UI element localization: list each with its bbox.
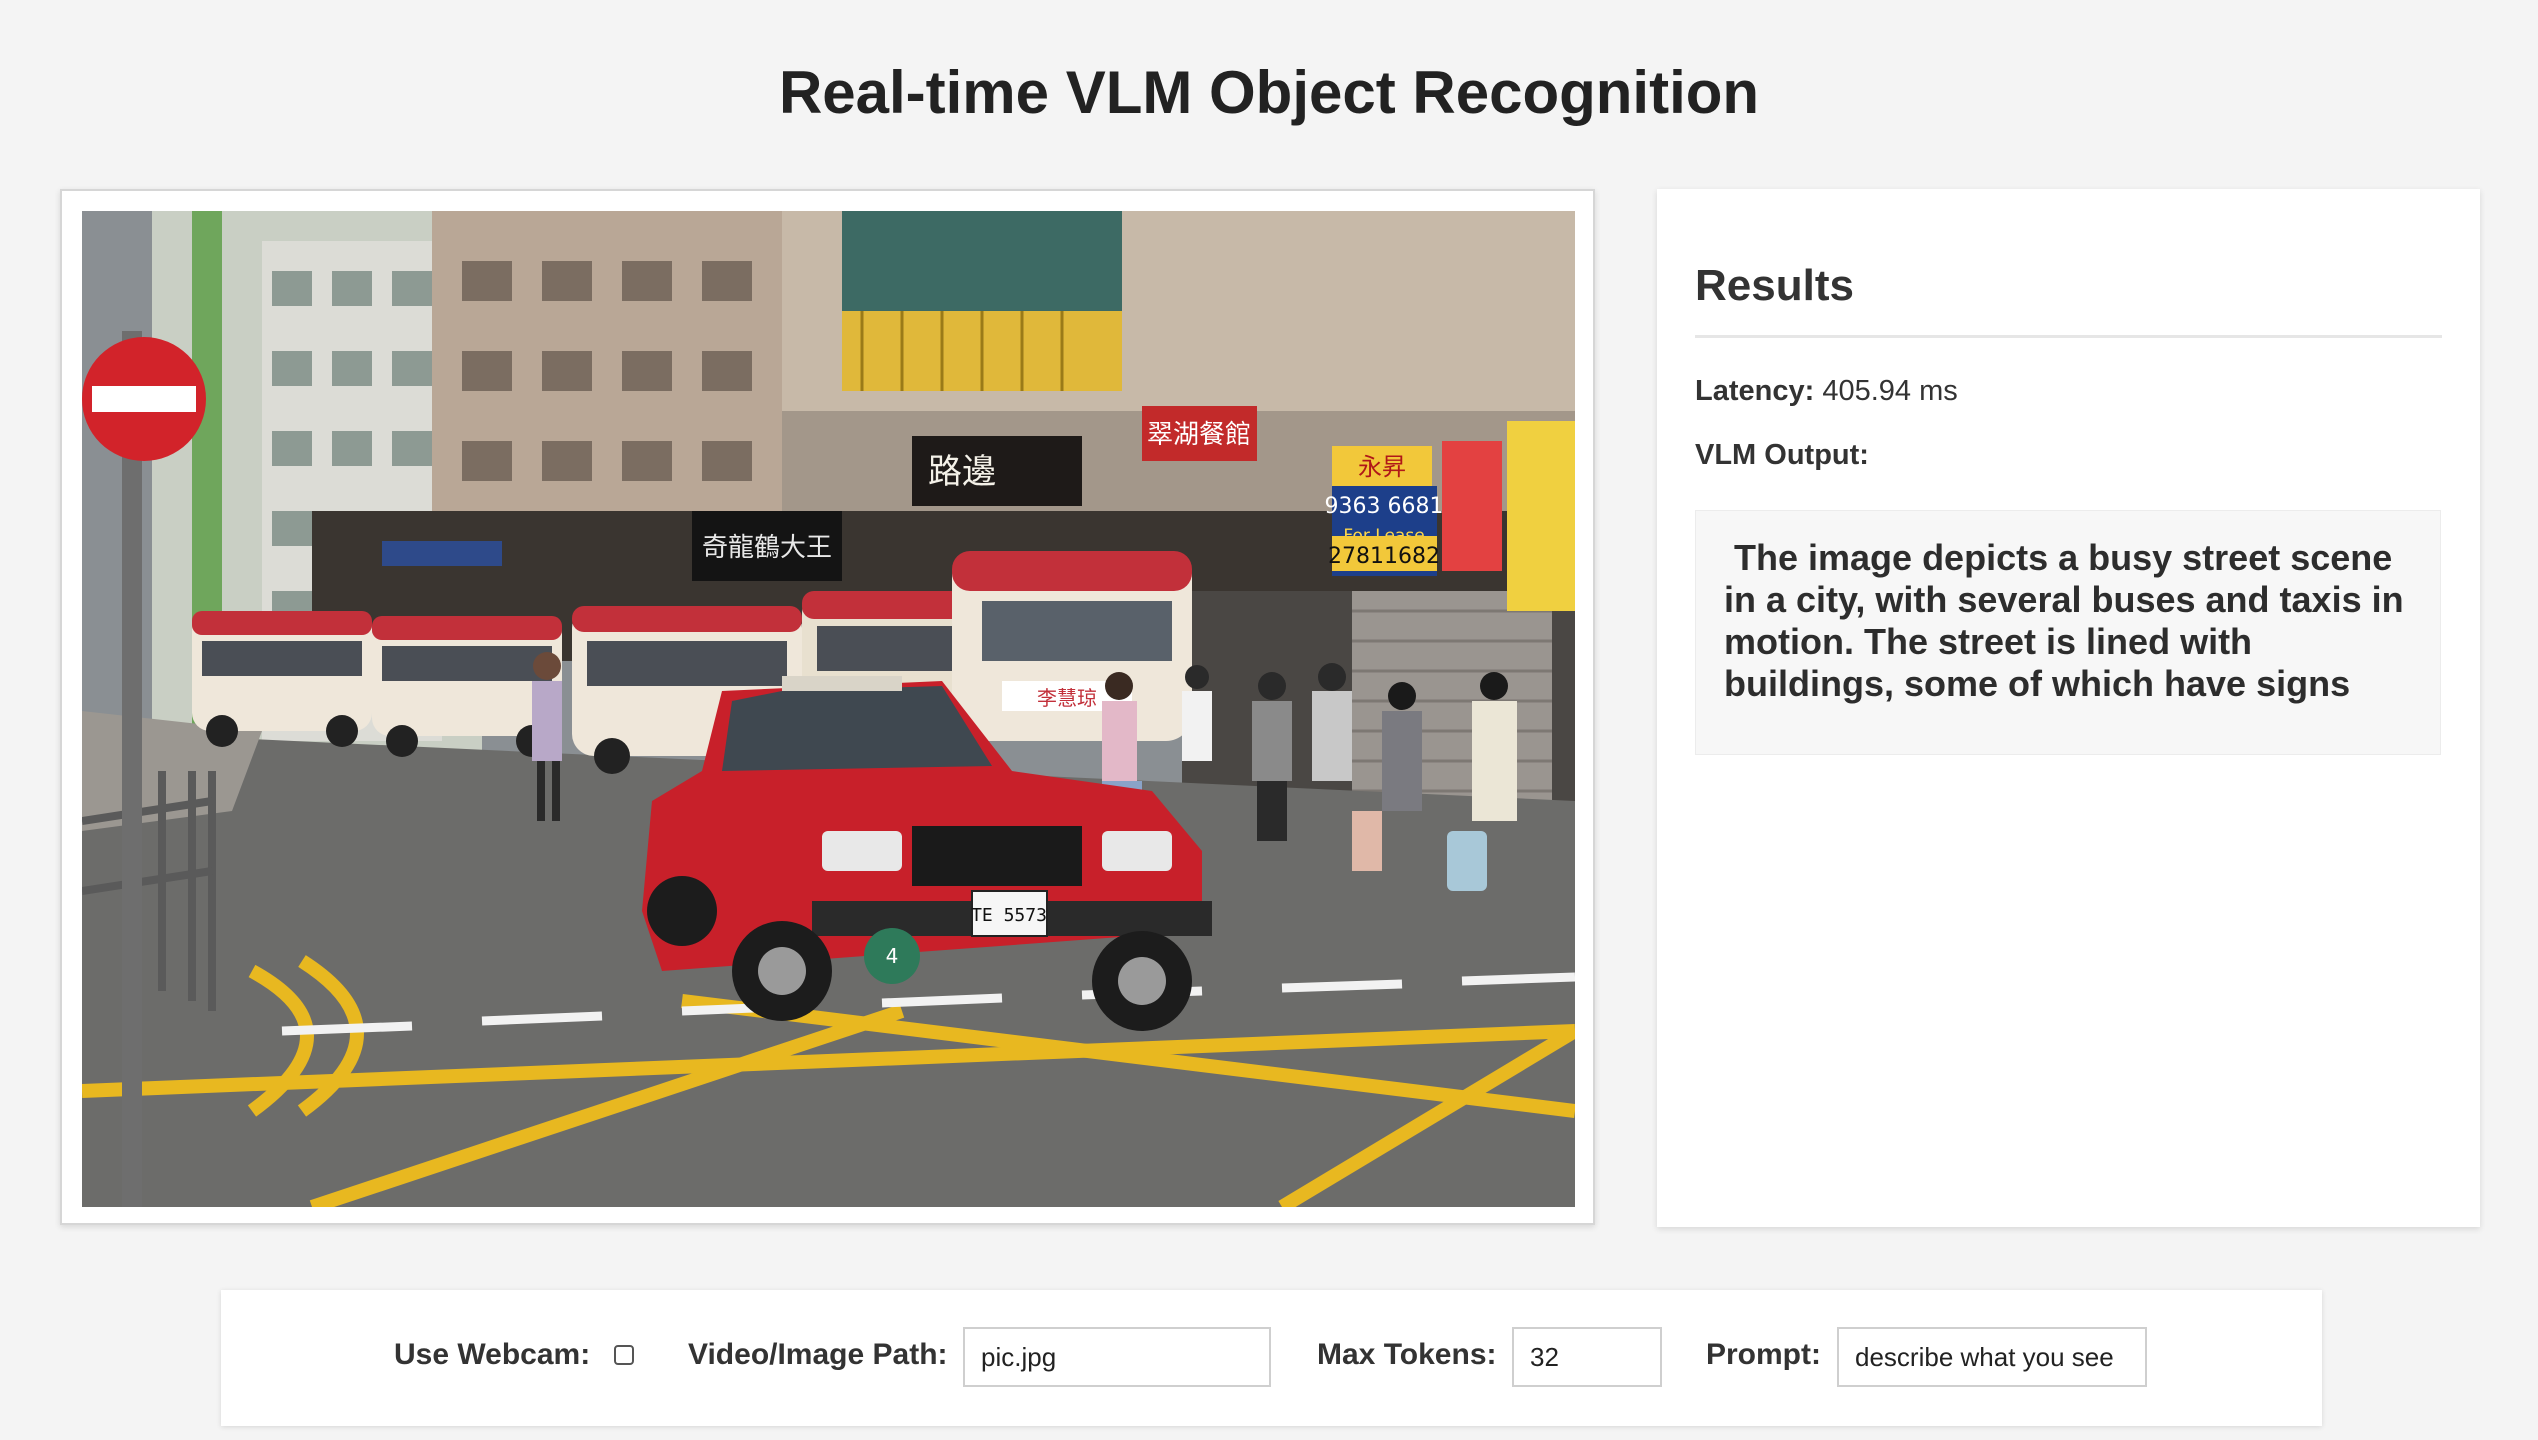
vlm-output-label: VLM Output:: [1695, 439, 1869, 471]
latency-line: Latency: 405.94 ms: [1695, 375, 1958, 408]
prompt-label: Prompt:: [1706, 1338, 1821, 1371]
street-scene-image: 翠湖餐館 永昇 9363 6681 For Lease 27811682 奇龍鶴…: [82, 211, 1575, 1207]
image-panel: 翠湖餐館 永昇 9363 6681 For Lease 27811682 奇龍鶴…: [60, 189, 1595, 1225]
phone-sign-text-1: 9363 6681: [1325, 494, 1444, 519]
street-scene-illustration: 翠湖餐館 永昇 9363 6681 For Lease 27811682 奇龍鶴…: [82, 211, 1575, 1207]
max-tokens-input[interactable]: 32: [1512, 1327, 1662, 1387]
controls-bar: Use Webcam: Video/Image Path: pic.jpg Ma…: [221, 1290, 2322, 1426]
shop-sign-text-2: 永昇: [1358, 453, 1406, 481]
prompt-input[interactable]: describe what you see: [1837, 1327, 2147, 1387]
vlm-output-text: The image depicts a busy street scene in…: [1695, 510, 2441, 755]
license-plate-text: TE 5573: [971, 905, 1047, 926]
phone-sign-text-2: 27811682: [1328, 544, 1440, 569]
results-divider: [1695, 335, 2442, 338]
latency-value: 405.94 ms: [1822, 375, 1958, 407]
shop-sign-text-4: 路邊: [928, 452, 996, 492]
results-panel: Results Latency: 405.94 ms VLM Output: T…: [1657, 189, 2480, 1227]
minibus-sign-text: 李慧琼: [1037, 686, 1097, 710]
path-label: Video/Image Path:: [688, 1338, 948, 1371]
taxi-badge-text: 4: [886, 944, 899, 968]
webcam-checkbox[interactable]: [614, 1345, 634, 1365]
page-title: Real-time VLM Object Recognition: [778, 59, 1760, 126]
results-title: Results: [1695, 261, 1854, 310]
webcam-label: Use Webcam:: [394, 1338, 591, 1371]
shop-sign-text-1: 翠湖餐館: [1147, 420, 1251, 450]
path-input[interactable]: pic.jpg: [963, 1327, 1271, 1387]
shop-sign-text-5: 奇龍鶴大王: [702, 533, 832, 563]
latency-label: Latency:: [1695, 375, 1815, 407]
max-tokens-label: Max Tokens:: [1317, 1338, 1497, 1371]
